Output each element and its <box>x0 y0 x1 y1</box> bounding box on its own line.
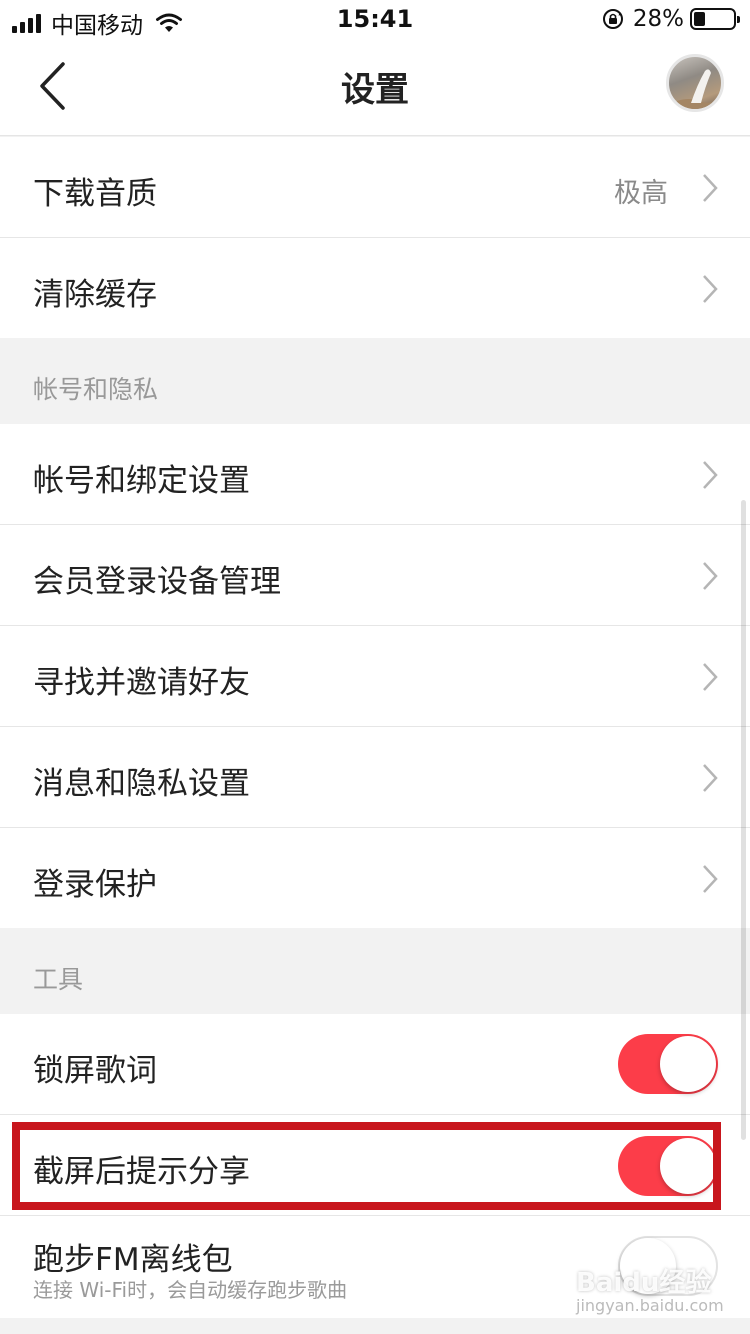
chevron-right-icon <box>703 663 718 691</box>
row-label: 消息和隐私设置 <box>33 766 250 802</box>
row-lockscreen-lyrics: 锁屏歌词 <box>0 1014 750 1115</box>
chevron-right-icon <box>703 764 718 792</box>
row-label: 截屏后提示分享 <box>33 1154 250 1190</box>
row-subtitle: 连接 Wi-Fi时，会自动缓存跑步歌曲 <box>33 1278 348 1302</box>
lockscreen-lyrics-toggle[interactable] <box>618 1034 718 1094</box>
section-title: 帐号和隐私 <box>33 375 159 404</box>
row-label: 会员登录设备管理 <box>33 564 281 600</box>
chevron-right-icon <box>703 275 718 303</box>
section-title: 工具 <box>33 965 84 994</box>
row-label: 清除缓存 <box>33 277 157 313</box>
row-value: 极高 <box>614 178 668 209</box>
chevron-right-icon <box>703 865 718 893</box>
battery-percent: 28% <box>632 6 684 32</box>
chevron-right-icon <box>703 461 718 489</box>
toggle-knob <box>660 1138 716 1194</box>
row-screenshot-share: 截屏后提示分享 <box>0 1115 750 1216</box>
row-label: 跑步FM离线包 <box>33 1242 233 1278</box>
row-account-binding[interactable]: 帐号和绑定设置 <box>0 424 750 525</box>
chevron-right-icon <box>703 174 718 202</box>
chevron-right-icon <box>703 562 718 590</box>
row-download-quality[interactable]: 下载音质 极高 <box>0 137 750 238</box>
status-right: 28% <box>601 6 740 32</box>
battery-level <box>694 12 705 26</box>
row-label: 帐号和绑定设置 <box>33 463 250 499</box>
avatar[interactable] <box>666 54 724 112</box>
toggle-knob <box>660 1036 716 1092</box>
nav-bar: 设置 <box>0 40 750 136</box>
battery-icon <box>690 8 740 30</box>
row-label: 寻找并邀请好友 <box>33 665 250 701</box>
watermark-url: jingyan.baidu.com <box>576 1296 724 1315</box>
row-label: 登录保护 <box>33 867 157 903</box>
page-title: 设置 <box>341 70 409 110</box>
rotation-lock-icon <box>602 9 623 29</box>
row-message-privacy[interactable]: 消息和隐私设置 <box>0 727 750 828</box>
watermark: Baidu经验 <box>576 1268 712 1298</box>
row-login-protection[interactable]: 登录保护 <box>0 828 750 928</box>
status-bar: 中国移动 15:41 28% <box>0 0 750 40</box>
row-invite-friends[interactable]: 寻找并邀请好友 <box>0 626 750 727</box>
row-clear-cache[interactable]: 清除缓存 <box>0 238 750 338</box>
row-label: 锁屏歌词 <box>33 1053 157 1089</box>
row-label: 下载音质 <box>33 176 157 212</box>
scroll-indicator <box>741 500 746 1140</box>
row-device-management[interactable]: 会员登录设备管理 <box>0 525 750 626</box>
screenshot-share-toggle[interactable] <box>618 1136 718 1196</box>
section-header-account: 帐号和隐私 <box>0 338 750 424</box>
section-header-tools: 工具 <box>0 928 750 1014</box>
